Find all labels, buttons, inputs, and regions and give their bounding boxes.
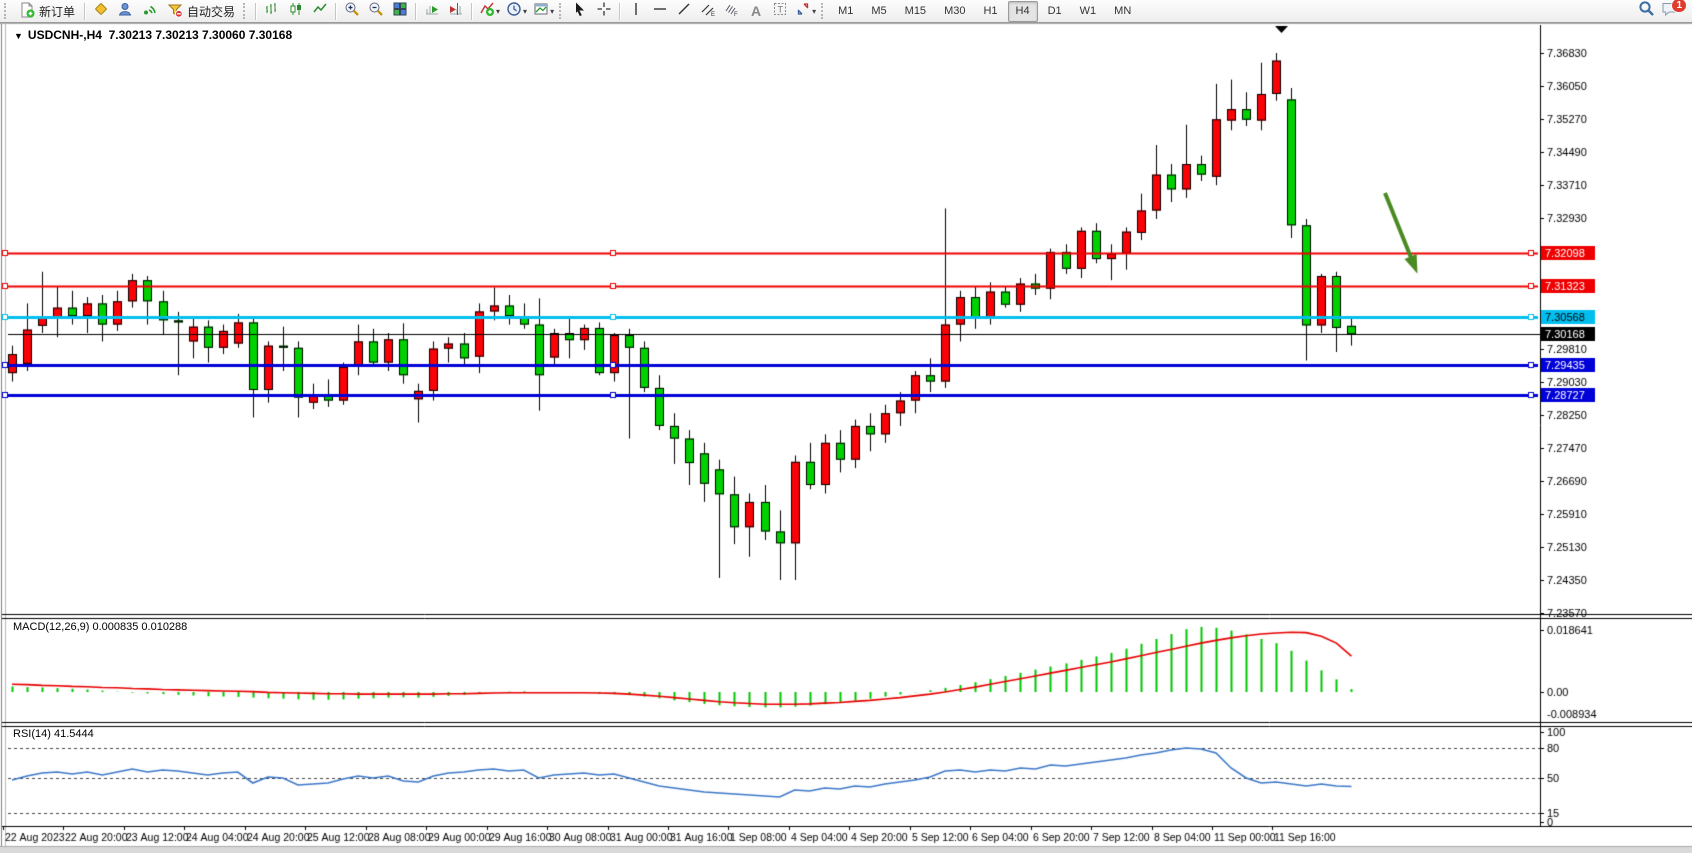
timeframe-m5[interactable]: M5 (863, 1, 894, 22)
equidistant-channel-button[interactable]: E (696, 1, 720, 22)
chart-menu-arrow-icon[interactable]: ▼ (14, 31, 23, 41)
market-watch-icon (93, 1, 109, 22)
main-toolbar: 新订单 自动交易 (0, 0, 1692, 23)
auto-scroll-button[interactable] (420, 1, 444, 22)
fibonacci-icon: F (724, 1, 740, 22)
text-label-icon: T (772, 1, 788, 22)
templates-icon (533, 1, 549, 22)
toolbar-grip[interactable] (821, 3, 827, 19)
text-button[interactable]: A (744, 1, 768, 22)
macd-indicator-label: MACD(12,26,9) 0.000835 0.010288 (13, 621, 187, 633)
notification-badge: 1 (1671, 0, 1687, 13)
navigator-button[interactable] (113, 1, 137, 22)
svg-text:E: E (711, 12, 715, 17)
text-label-button[interactable]: T (768, 1, 792, 22)
indicators-icon (479, 1, 495, 22)
timeframe-d1[interactable]: D1 (1040, 1, 1070, 22)
cursor-icon (572, 1, 588, 22)
zoom-out-button[interactable] (364, 1, 388, 22)
dropdown-caret: ▾ (496, 7, 500, 16)
horizontal-line-icon (652, 1, 668, 22)
fibonacci-button[interactable]: F (720, 1, 744, 22)
signal-icon (141, 1, 157, 22)
timeframe-bar: M1M5M15M30H1H4D1W1MN (830, 1, 1139, 22)
chart-title: ▼ USDCNH-,H4 7.30213 7.30213 7.30060 7.30… (14, 28, 292, 42)
timeframe-h4[interactable]: H4 (1008, 1, 1038, 22)
vertical-line-button[interactable] (624, 1, 648, 22)
clock-icon (506, 1, 522, 22)
candlestick-icon (288, 1, 304, 22)
terminal-button[interactable] (137, 1, 161, 22)
new-order-label: 新订单 (39, 3, 75, 20)
separator (471, 3, 473, 20)
zoom-out-icon (368, 1, 384, 22)
dropdown-caret: ▾ (523, 7, 527, 16)
timeframe-w1[interactable]: W1 (1072, 1, 1105, 22)
svg-text:F: F (734, 12, 738, 17)
autotrading-label: 自动交易 (187, 3, 235, 20)
zoom-in-icon (344, 1, 360, 22)
rsi-indicator-label: RSI(14) 41.5444 (13, 728, 94, 740)
new-order-icon (19, 2, 35, 21)
toolbar-grip[interactable] (243, 3, 249, 19)
search-button[interactable] (1634, 1, 1658, 22)
mt4-window: 新订单 自动交易 (0, 0, 1692, 853)
line-chart-button[interactable] (308, 1, 332, 22)
autotrading-icon (167, 2, 183, 21)
timeframe-m15[interactable]: M15 (897, 1, 934, 22)
search-icon (1638, 0, 1655, 22)
indicators-button[interactable]: ▾ (476, 1, 503, 22)
tile-windows-icon (392, 1, 408, 22)
toolbar-grip[interactable] (559, 3, 565, 19)
line-chart-icon (312, 1, 328, 22)
separator (619, 3, 621, 20)
zoom-in-button[interactable] (340, 1, 364, 22)
chart-canvas[interactable] (0, 0, 1692, 853)
periods-button[interactable]: ▾ (503, 1, 530, 22)
separator (255, 3, 257, 20)
horizontal-line-button[interactable] (648, 1, 672, 22)
templates-button[interactable]: ▾ (530, 1, 557, 22)
tile-windows-button[interactable] (388, 1, 412, 22)
chart-shift-icon (448, 1, 464, 22)
market-watch-button[interactable] (89, 1, 113, 22)
channel-icon: E (700, 1, 716, 22)
trendline-icon (676, 1, 692, 22)
dropdown-caret: ▾ (550, 7, 554, 16)
dropdown-caret: ▾ (812, 7, 816, 16)
vertical-line-icon (628, 1, 644, 22)
timeframe-mn[interactable]: MN (1106, 1, 1139, 22)
separator (335, 3, 337, 20)
timeframe-h1[interactable]: H1 (975, 1, 1005, 22)
arrows-button[interactable]: ▾ (792, 1, 819, 22)
bar-chart-icon (264, 1, 280, 22)
auto-scroll-icon (424, 1, 440, 22)
crosshair-button[interactable] (592, 1, 616, 22)
chat-button[interactable]: 1 (1658, 1, 1682, 22)
separator (415, 3, 417, 20)
chart-ohlc-values: 7.30213 7.30213 7.30060 7.30168 (109, 28, 293, 42)
arrows-icon (795, 1, 811, 22)
text-a-icon: A (751, 3, 761, 19)
chart-shift-button[interactable] (444, 1, 468, 22)
cursor-button[interactable] (568, 1, 592, 22)
autotrading-button[interactable]: 自动交易 (161, 1, 241, 22)
timeframe-m1[interactable]: M1 (830, 1, 861, 22)
bar-chart-button[interactable] (260, 1, 284, 22)
crosshair-icon (596, 1, 612, 22)
new-order-button[interactable]: 新订单 (13, 1, 81, 22)
candlestick-chart-button[interactable] (284, 1, 308, 22)
separator (84, 3, 86, 20)
navigator-icon (117, 1, 133, 22)
trendline-button[interactable] (672, 1, 696, 22)
timeframe-m30[interactable]: M30 (936, 1, 973, 22)
svg-text:T: T (778, 4, 784, 14)
chart-symbol-period: USDCNH-,H4 (28, 28, 102, 42)
toolbar-grip[interactable] (4, 3, 10, 19)
